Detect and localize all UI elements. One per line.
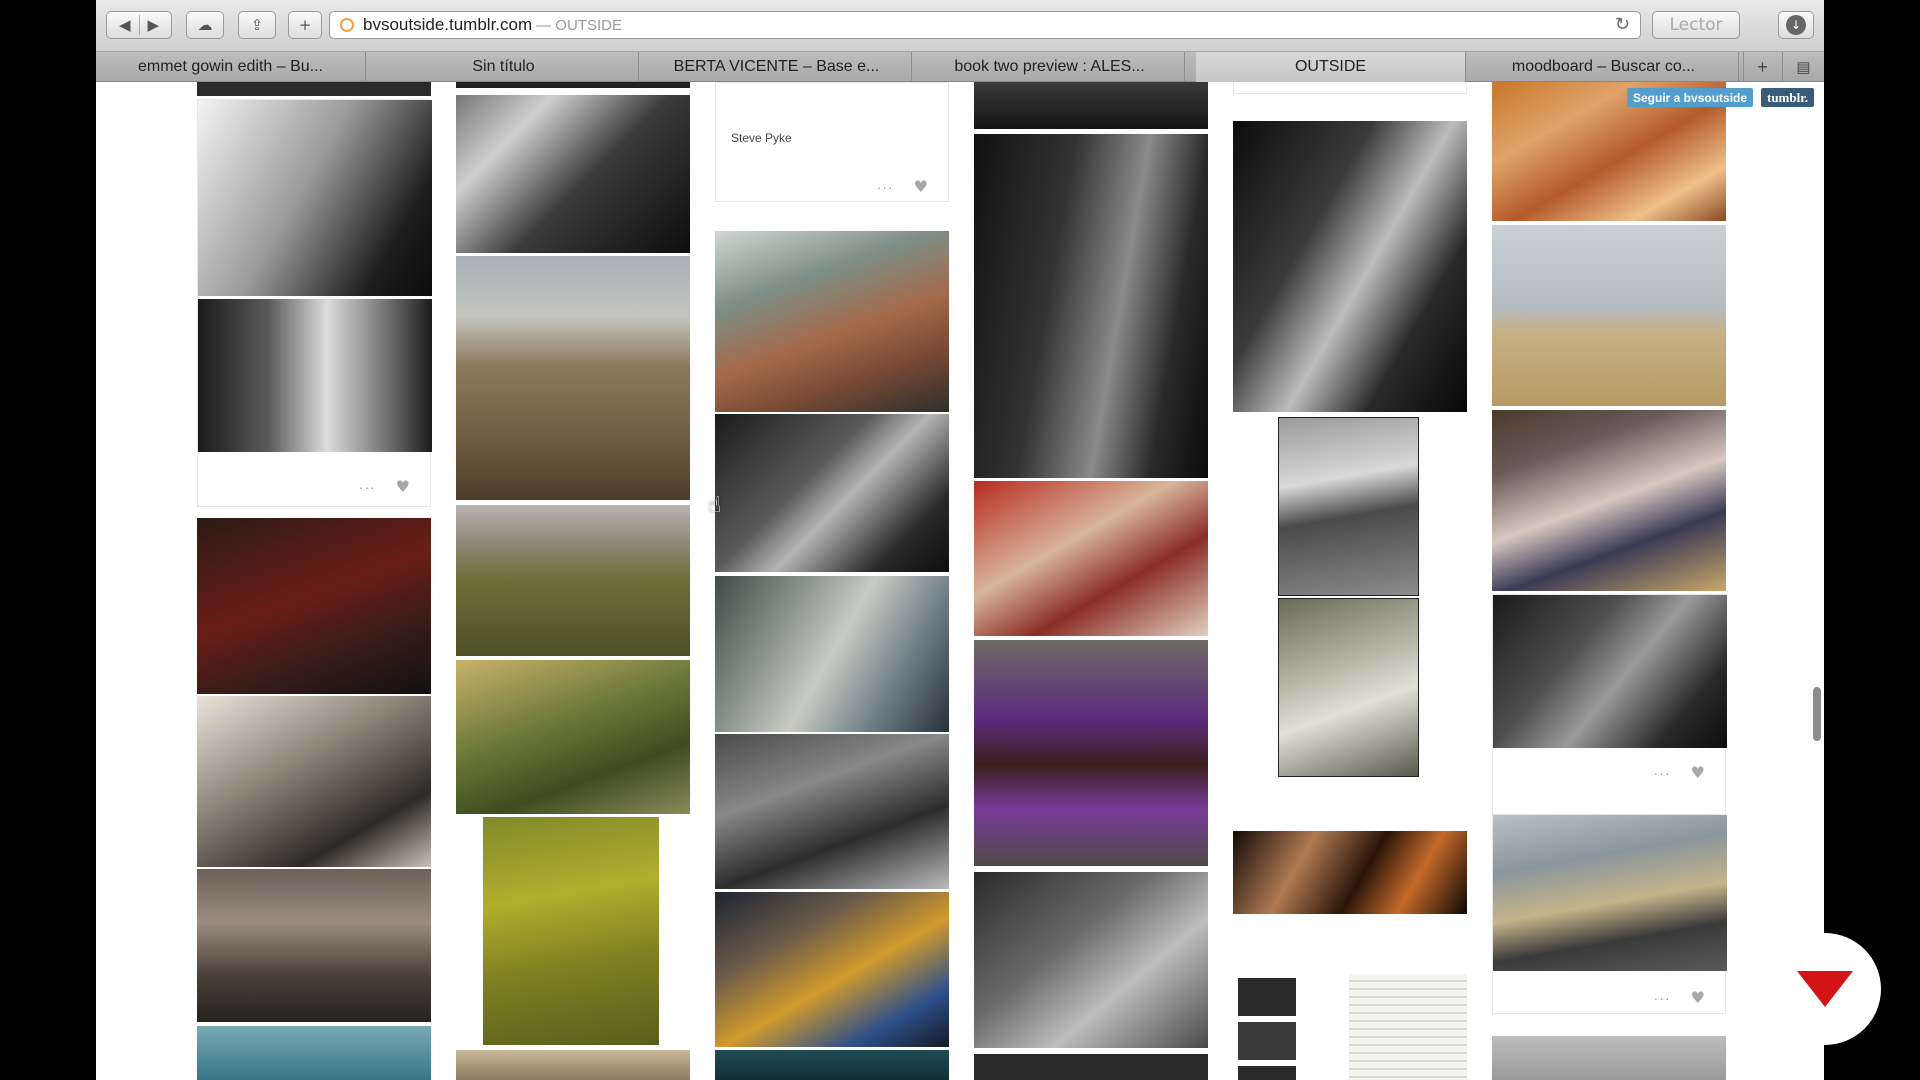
- heart-icon[interactable]: ♥: [914, 177, 928, 196]
- tumblr-logo-button[interactable]: tumblr.: [1761, 88, 1815, 107]
- post-column-3: Steve Pyke ··· ♥: [715, 82, 949, 1080]
- address-bar[interactable]: bvsoutside.tumblr.com — OUTSIDE ↻: [329, 11, 1641, 39]
- post-card: ··· ♥: [1492, 814, 1727, 1014]
- post-image[interactable]: [1233, 831, 1467, 914]
- post-image[interactable]: [456, 1050, 690, 1080]
- post-image[interactable]: [974, 640, 1208, 866]
- post-image[interactable]: [456, 505, 690, 656]
- post-card: ··· ♥: [197, 99, 432, 507]
- post-image[interactable]: [1492, 1036, 1726, 1080]
- tab-overview-icon[interactable]: ▤: [1782, 52, 1824, 82]
- post-column-1: ··· ♥: [197, 82, 432, 1080]
- post-image[interactable]: [197, 1026, 431, 1080]
- download-icon: ↓: [1786, 15, 1806, 35]
- post-image[interactable]: [1492, 225, 1726, 406]
- post-actions: ··· ♥: [1654, 763, 1705, 782]
- post-image[interactable]: [974, 82, 1208, 129]
- more-options-icon[interactable]: ···: [1654, 765, 1671, 781]
- vertical-scrollbar[interactable]: [1813, 687, 1821, 741]
- more-options-icon[interactable]: ···: [877, 179, 894, 195]
- post-image[interactable]: [456, 660, 690, 814]
- reader-button[interactable]: Lector: [1652, 11, 1740, 39]
- icloud-tabs-icon: ☁: [197, 16, 213, 34]
- post-image[interactable]: [715, 1050, 949, 1080]
- post-image[interactable]: [1238, 1022, 1296, 1060]
- tab-moodboard[interactable]: moodboard – Buscar co...: [1469, 52, 1739, 82]
- site-favicon-icon: [340, 18, 354, 32]
- heart-icon[interactable]: ♥: [396, 477, 410, 496]
- post-column-6: ··· ♥ ··· ♥: [1492, 82, 1727, 1080]
- handwritten-note-image[interactable]: [1349, 974, 1467, 1080]
- browser-toolbar: ◀ ▶ ☁ ⇪ + bvsoutside.tumblr.com — OUTSIDE…: [96, 0, 1824, 52]
- red-chevron-logo-icon: [1797, 971, 1853, 1007]
- tab-emmet-gowin[interactable]: emmet gowin edith – Bu...: [96, 52, 366, 82]
- share-button[interactable]: ⇪: [238, 11, 276, 39]
- post-column-5: [1233, 82, 1467, 1080]
- post-image[interactable]: [197, 82, 431, 96]
- post-image[interactable]: [1493, 595, 1727, 748]
- post-image[interactable]: [1493, 815, 1727, 971]
- browser-window: ◀ ▶ ☁ ⇪ + bvsoutside.tumblr.com — OUTSIDE…: [96, 0, 1824, 1080]
- post-image[interactable]: [198, 100, 432, 296]
- tab-book-two-preview[interactable]: book two preview : ALES...: [915, 52, 1185, 82]
- tab-bar: emmet gowin edith – Bu... Sin título BER…: [96, 52, 1824, 82]
- tab-sin-titulo[interactable]: Sin título: [369, 52, 639, 82]
- back-arrow-icon[interactable]: ◀: [119, 16, 131, 34]
- post-caption: Steve Pyke: [731, 131, 792, 145]
- post-image[interactable]: [198, 299, 432, 452]
- forward-arrow-icon[interactable]: ▶: [148, 16, 160, 34]
- post-image[interactable]: [974, 481, 1208, 636]
- tab-outside[interactable]: OUTSIDE: [1196, 52, 1466, 82]
- post-image[interactable]: [1233, 121, 1467, 412]
- post-image[interactable]: [715, 734, 949, 889]
- post-image[interactable]: [974, 134, 1208, 478]
- heart-icon[interactable]: ♥: [1691, 988, 1705, 1007]
- url-text[interactable]: bvsoutside.tumblr.com: [363, 15, 532, 35]
- post-image[interactable]: [1238, 978, 1296, 1016]
- post-image[interactable]: [197, 696, 431, 867]
- post-image[interactable]: [1278, 417, 1419, 596]
- tumblr-page: ··· ♥ Steve Pyke ··· ♥ ··· ♥ ··· ♥ Segui…: [96, 82, 1824, 1080]
- add-tab-icon: +: [298, 16, 312, 34]
- post-image[interactable]: [456, 95, 690, 253]
- post-image[interactable]: [456, 82, 690, 88]
- post-image[interactable]: [715, 414, 949, 572]
- new-tab-button[interactable]: +: [1743, 52, 1781, 82]
- post-image[interactable]: [715, 231, 949, 412]
- url-page-title: — OUTSIDE: [536, 16, 622, 34]
- heart-icon[interactable]: ♥: [1691, 763, 1705, 782]
- post-image[interactable]: [1278, 598, 1419, 777]
- post-image[interactable]: [197, 869, 431, 1022]
- tab-berta-vicente[interactable]: BERTA VICENTE – Base e...: [642, 52, 912, 82]
- logo-watermark-badge: [1769, 933, 1881, 1045]
- post-card: [1233, 82, 1467, 94]
- more-options-icon[interactable]: ···: [359, 479, 376, 495]
- post-image[interactable]: [715, 576, 949, 732]
- back-forward-buttons[interactable]: ◀ ▶: [106, 11, 172, 39]
- more-options-icon[interactable]: ···: [1654, 990, 1671, 1006]
- post-card: [1233, 968, 1467, 1080]
- reload-icon[interactable]: ↻: [1615, 14, 1630, 35]
- follow-button[interactable]: Seguir a bvsoutside: [1627, 88, 1754, 107]
- post-image[interactable]: [715, 892, 949, 1047]
- text-post-card: Steve Pyke ··· ♥: [715, 82, 949, 202]
- post-image[interactable]: [974, 1054, 1208, 1080]
- post-image[interactable]: [197, 518, 431, 694]
- post-image[interactable]: [456, 256, 690, 500]
- post-actions: ··· ♥: [1654, 988, 1705, 1007]
- post-actions: ··· ♥: [877, 177, 928, 196]
- post-column-2: [456, 82, 690, 1080]
- post-image[interactable]: [1238, 1066, 1296, 1080]
- downloads-button[interactable]: ↓: [1778, 11, 1814, 39]
- post-column-4: [974, 82, 1208, 1080]
- share-icon: ⇪: [250, 16, 264, 34]
- add-bookmark-button[interactable]: +: [288, 11, 322, 39]
- post-image[interactable]: [974, 872, 1208, 1048]
- post-image[interactable]: [483, 817, 659, 1045]
- hand-cursor-icon: ☝: [708, 493, 722, 518]
- post-actions: ··· ♥: [359, 477, 410, 496]
- icloud-tabs-button[interactable]: ☁: [186, 11, 224, 39]
- post-image[interactable]: [1492, 410, 1726, 591]
